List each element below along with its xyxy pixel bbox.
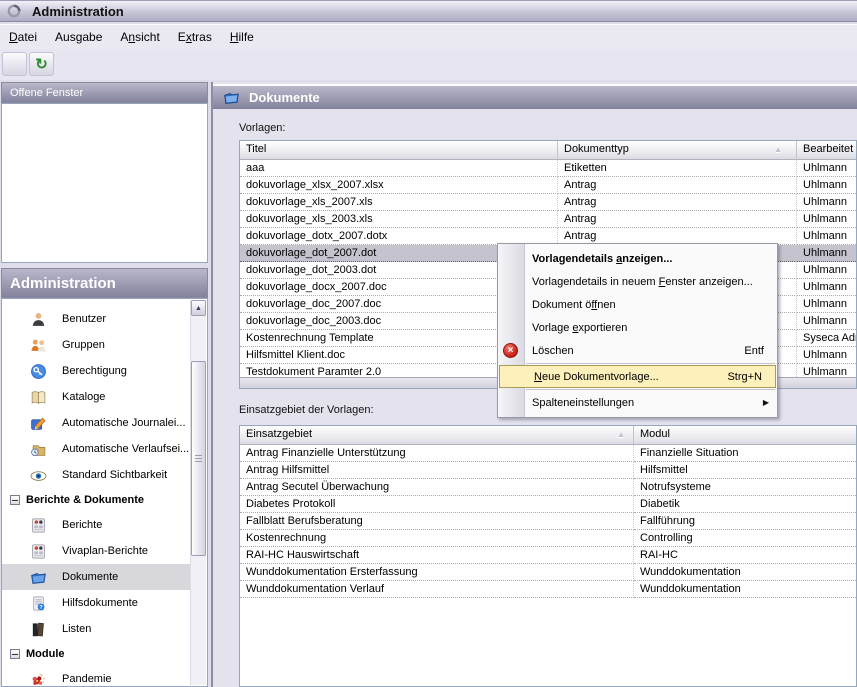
menu-ausgabe[interactable]: Ausgabe <box>46 27 111 47</box>
table-row[interactable]: Fallblatt BerufsberatungFallführung <box>240 513 856 530</box>
table-row[interactable]: dokuvorlage_xls_2003.xlsAntragUhlmann <box>240 211 856 228</box>
menu-separator <box>526 389 775 390</box>
window-title: Administration <box>32 4 124 19</box>
toolbar-button-empty[interactable] <box>2 52 27 76</box>
vorlagen-table-header: Titel Dokumenttyp▲ Bearbeitet d <box>240 141 856 160</box>
report-icon <box>30 517 47 534</box>
context-menu: Vorlagendetails anzeigen... Vorlagendeta… <box>497 243 778 418</box>
scrollbar-thumb[interactable] <box>191 361 206 556</box>
sidebar-item-auto-journal[interactable]: Automatische Journalei... <box>2 410 190 436</box>
sidebar-item-auto-verlauf[interactable]: Automatische Verlaufsei... <box>2 436 190 462</box>
menu-datei[interactable]: Datei <box>0 27 46 47</box>
table-row[interactable]: Wunddokumentation VerlaufWunddokumentati… <box>240 581 856 598</box>
table-row[interactable]: aaaEtikettenUhlmann <box>240 160 856 177</box>
help-document-icon: ? <box>30 595 47 612</box>
users-icon <box>30 337 47 354</box>
einsatzgebiet-table-rows: Antrag Finanzielle UnterstützungFinanzie… <box>240 445 856 598</box>
sidebar-group-berichte-dokumente[interactable]: Berichte & Dokumente <box>2 488 207 512</box>
table-row[interactable]: Wunddokumentation ErsterfassungWunddokum… <box>240 564 856 581</box>
sort-ascending-icon: ▲ <box>617 430 625 439</box>
einsatzgebiet-label: Einsatzgebiet der Vorlagen: <box>239 404 374 416</box>
table-row[interactable]: dokuvorlage_xlsx_2007.xlsxAntragUhlmann <box>240 177 856 194</box>
eye-icon <box>30 467 47 484</box>
context-menu-item-vorlagendetails-neues-fenster[interactable]: Vorlagendetails in neuem Fenster anzeige… <box>498 270 777 293</box>
shortcut-label: Entf <box>744 345 777 357</box>
sidebar-item-vivaplan-berichte[interactable]: Vivaplan-Berichte <box>2 538 190 564</box>
toolbar: ↻ <box>0 49 857 80</box>
sidebar-item-benutzer[interactable]: Benutzer <box>2 306 190 332</box>
sidebar-item-dokumente[interactable]: Dokumente <box>2 564 190 590</box>
sidebar-group-module[interactable]: Module <box>2 642 207 666</box>
offene-fenster-header: Offene Fenster <box>1 82 208 103</box>
table-row[interactable]: Diabetes ProtokollDiabetik <box>240 496 856 513</box>
column-header-dokumenttyp[interactable]: Dokumenttyp▲ <box>558 141 797 160</box>
table-row[interactable]: dokuvorlage_xls_2007.xlsAntragUhlmann <box>240 194 856 211</box>
refresh-button[interactable]: ↻ <box>29 52 54 76</box>
history-folder-icon <box>30 441 47 458</box>
einsatzgebiet-table-header: Einsatzgebiet▲ Modul <box>240 426 856 445</box>
context-menu-item-vorlage-exportieren[interactable]: Vorlage exportieren <box>498 316 777 339</box>
books-icon <box>30 621 47 638</box>
context-menu-item-vorlagendetails[interactable]: Vorlagendetails anzeigen... <box>498 247 777 270</box>
table-row[interactable]: RAI-HC HauswirtschaftRAI-HC <box>240 547 856 564</box>
context-menu-item-spalteneinstellungen[interactable]: Spalteneinstellungen ▶ <box>498 391 777 414</box>
table-row[interactable]: Antrag Secutel ÜberwachungNotrufsysteme <box>240 479 856 496</box>
offene-fenster-list[interactable] <box>1 103 208 263</box>
menu-hilfe[interactable]: Hilfe <box>221 27 263 47</box>
permission-key-icon <box>30 363 47 380</box>
sidebar-item-listen[interactable]: Listen <box>2 616 190 642</box>
menu-extras[interactable]: Extras <box>169 27 221 47</box>
einsatzgebiet-table: Einsatzgebiet▲ Modul Antrag Finanzielle … <box>239 425 857 687</box>
sidebar-item-berechtigung[interactable]: Berechtigung <box>2 358 190 384</box>
shortcut-label: Strg+N <box>727 371 775 383</box>
sidebar-item-pandemie[interactable]: Pandemie <box>2 666 190 687</box>
menu-bar: Datei Ausgabe Ansicht Extras Hilfe <box>0 24 857 49</box>
submenu-arrow-icon: ▶ <box>763 398 769 407</box>
app-icon <box>6 3 22 19</box>
svg-text:?: ? <box>39 605 43 611</box>
dokumente-panel-header: Dokumente <box>213 84 857 109</box>
table-row[interactable]: Antrag Finanzielle UnterstützungFinanzie… <box>240 445 856 462</box>
report-icon <box>30 543 47 560</box>
context-menu-item-dokument-oeffnen[interactable]: Dokument öffnen <box>498 293 777 316</box>
menu-separator <box>526 363 775 364</box>
collapse-icon[interactable] <box>10 649 20 659</box>
menu-ansicht[interactable]: Ansicht <box>111 27 168 47</box>
title-bar: Administration <box>0 0 857 22</box>
journal-icon <box>30 415 47 432</box>
administration-nav-panel: Benutzer Gruppen Berechtigung Kataloge A… <box>1 298 208 687</box>
refresh-icon: ↻ <box>35 57 48 72</box>
sidebar-item-kataloge[interactable]: Kataloge <box>2 384 190 410</box>
vorlagen-label: Vorlagen: <box>239 122 285 134</box>
sidebar-item-sichtbarkeit[interactable]: Standard Sichtbarkeit <box>2 462 190 488</box>
delete-icon: × <box>503 343 518 358</box>
column-header-modul[interactable]: Modul <box>634 426 856 445</box>
administration-header: Administration <box>1 268 208 298</box>
column-header-bearbeitet[interactable]: Bearbeitet d <box>797 141 856 160</box>
catalog-book-icon <box>30 389 47 406</box>
documents-folder-icon <box>223 89 240 106</box>
sort-ascending-icon: ▲ <box>774 145 782 154</box>
table-row[interactable]: Antrag HilfsmittelHilfsmittel <box>240 462 856 479</box>
context-menu-item-loeschen[interactable]: × Löschen Entf <box>498 339 777 362</box>
table-row[interactable]: KostenrechnungControlling <box>240 530 856 547</box>
column-header-titel[interactable]: Titel <box>240 141 558 160</box>
scroll-up-icon[interactable]: ▲ <box>191 300 206 316</box>
sidebar-item-hilfsdokumente[interactable]: ? Hilfsdokumente <box>2 590 190 616</box>
collapse-icon[interactable] <box>10 495 20 505</box>
sidebar-item-gruppen[interactable]: Gruppen <box>2 332 190 358</box>
sidebar-item-berichte[interactable]: Berichte <box>2 512 190 538</box>
context-menu-item-neue-dokumentvorlage[interactable]: Neue Dokumentvorlage... Strg+N <box>499 365 776 388</box>
pandemic-flower-icon <box>30 671 47 687</box>
page-title: Dokumente <box>249 90 320 105</box>
column-header-einsatzgebiet[interactable]: Einsatzgebiet▲ <box>240 426 634 445</box>
user-icon <box>30 311 47 328</box>
sidebar-scrollbar[interactable]: ▲ <box>190 300 206 685</box>
documents-folder-icon <box>30 569 47 586</box>
